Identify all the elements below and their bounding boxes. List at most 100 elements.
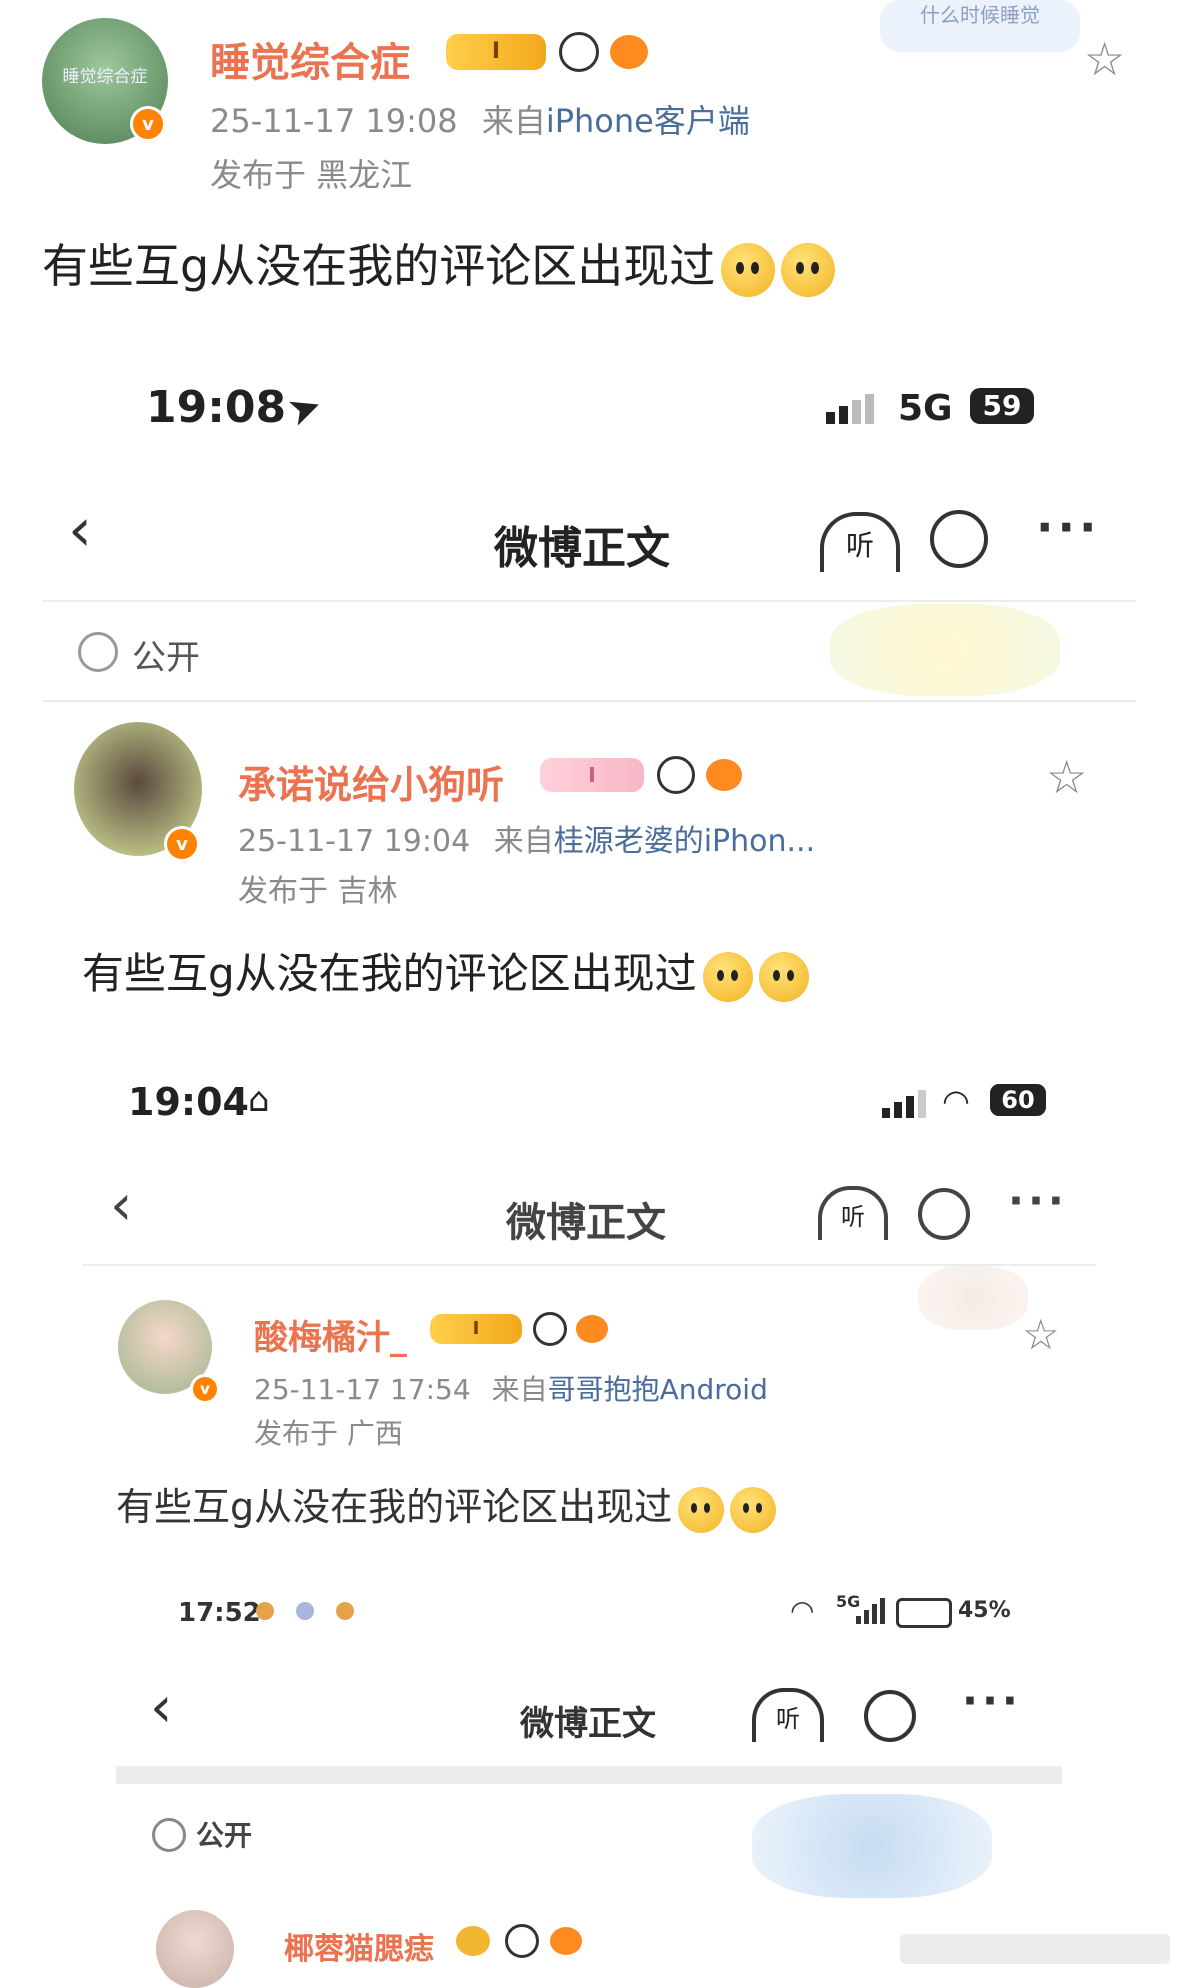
post-location: 发布于 吉林 <box>238 874 398 909</box>
confused-emoji-icon <box>678 1486 725 1533</box>
globe-icon <box>152 1818 186 1852</box>
post-source[interactable]: iPhone客户端 <box>546 102 750 140</box>
panda-icon <box>533 1312 568 1346</box>
wifi-icon: ◠ <box>942 1082 970 1120</box>
listen-icon[interactable]: 听 <box>818 1186 888 1240</box>
crown-icon <box>456 1926 490 1956</box>
shot2-username[interactable]: 酸梅橘汁_ <box>254 1310 407 1359</box>
battery-level: 60 <box>1001 1086 1035 1114</box>
post-source[interactable]: 哥哥抱抱Android <box>548 1373 768 1406</box>
decor-sticker <box>918 1266 1028 1330</box>
shot1-post-text-row: 有些互g从没在我的评论区出现过 <box>82 940 809 1002</box>
app-icon <box>296 1602 314 1620</box>
divider <box>82 1264 1096 1266</box>
app-icon <box>256 1602 274 1620</box>
shot1-network: 5G <box>898 388 953 429</box>
nav-title: 微博正文 <box>506 1200 666 1246</box>
panda-icon <box>505 1924 540 1958</box>
confused-emoji-icon <box>721 242 776 297</box>
post-location: 发布于 黑龙江 <box>210 156 413 194</box>
wifi-icon: ◠ <box>790 1594 815 1627</box>
shot3-username[interactable]: 椰蓉猫腮痣 <box>284 1924 434 1968</box>
favorite-star-icon[interactable]: ☆ <box>1046 754 1087 800</box>
search-spark-icon[interactable] <box>918 1188 970 1240</box>
post-source[interactable]: 桂源老婆的iPhon... <box>554 824 815 859</box>
confused-emoji-icon <box>781 242 836 297</box>
header-sticker: 什么时候睡觉 <box>880 0 1080 52</box>
shot2-post-text-row: 有些互g从没在我的评论区出现过 <box>116 1476 777 1533</box>
fish-icon <box>610 35 649 69</box>
listen-icon[interactable]: 听 <box>752 1688 824 1742</box>
search-spark-icon[interactable] <box>930 510 988 568</box>
confused-emoji-icon <box>702 951 753 1002</box>
battery-percent: 45% <box>958 1598 1011 1623</box>
shot1-username[interactable]: 承诺说给小狗听 <box>238 754 504 809</box>
shot1-battery: 59 <box>970 388 1034 424</box>
verified-badge: v <box>130 106 166 142</box>
confused-emoji-icon <box>758 951 809 1002</box>
shot2-status-time: 19:04 <box>128 1080 249 1124</box>
source-prefix: 来自 <box>493 824 554 859</box>
listen-label: 听 <box>841 1203 865 1231</box>
app-icon <box>336 1602 354 1620</box>
outer-avatar-text: 睡觉综合症 <box>62 67 148 87</box>
post-text: 有些互g从没在我的评论区出现过 <box>116 1485 673 1529</box>
bottom-bar <box>900 1934 1170 1964</box>
back-chevron-icon[interactable]: ‹ <box>110 1178 132 1234</box>
nav-title: 微博正文 <box>520 1704 656 1744</box>
shot3-battery-icon <box>896 1598 952 1628</box>
post-time: 25-11-17 17:54 <box>254 1373 471 1406</box>
divider <box>42 700 1136 702</box>
listen-label: 听 <box>776 1705 800 1733</box>
shot2-member-badges: I <box>430 1312 609 1346</box>
favorite-star-icon[interactable]: ☆ <box>1022 1314 1060 1356</box>
shot2-signal-icon <box>882 1090 930 1118</box>
post-time: 25-11-17 19:04 <box>238 824 471 859</box>
location-arrow-icon: ➤ <box>281 381 329 437</box>
notification-icons <box>256 1602 354 1620</box>
battery-level: 59 <box>982 389 1022 422</box>
search-spark-icon[interactable] <box>864 1690 916 1742</box>
shot2-battery: 60 <box>990 1084 1046 1116</box>
listen-icon[interactable]: 听 <box>820 512 900 572</box>
post-text: 有些互g从没在我的评论区出现过 <box>82 949 697 998</box>
favorite-star-icon[interactable]: ☆ <box>1084 36 1125 82</box>
panda-icon <box>559 32 600 72</box>
fish-icon <box>550 1927 583 1955</box>
visibility-label: 公开 <box>196 1819 253 1852</box>
decor-sticker <box>830 604 1060 696</box>
confused-emoji-icon <box>730 1486 777 1533</box>
shot2-meta: 25-11-17 17:54 来自哥哥抱抱Android <box>254 1368 768 1408</box>
source-prefix: 来自 <box>481 102 546 140</box>
verified-badge: v <box>190 1374 220 1404</box>
shot3-member-badges <box>456 1924 583 1958</box>
post-location: 发布于 广西 <box>254 1417 403 1450</box>
member-level-badge: I <box>446 34 546 70</box>
post-text: 有些互g从没在我的评论区出现过 <box>42 239 716 293</box>
outer-meta: 25-11-17 19:08 来自iPhone客户端 <box>210 96 750 142</box>
divider <box>42 600 1136 602</box>
member-level-badge: I <box>430 1314 522 1344</box>
member-level-badge: I <box>540 758 644 792</box>
shot1-meta: 25-11-17 19:04 来自桂源老婆的iPhon... <box>238 816 815 860</box>
panda-icon <box>657 756 696 794</box>
shot3-status-time: 17:52 <box>178 1598 261 1628</box>
fish-icon <box>706 759 743 791</box>
outer-post-text-row: 有些互g从没在我的评论区出现过 <box>42 230 836 297</box>
shot1-member-badges: I <box>540 756 743 794</box>
shot3-avatar[interactable] <box>156 1910 234 1988</box>
outer-username[interactable]: 睡觉综合症 <box>210 30 410 88</box>
back-chevron-icon[interactable]: ‹ <box>150 1680 172 1736</box>
more-icon[interactable]: ··· <box>962 1676 1022 1725</box>
verified-badge: v <box>164 826 200 862</box>
outer-member-badges: I <box>446 32 649 72</box>
shot1-signal-icon <box>826 390 882 424</box>
fish-icon <box>576 1315 609 1343</box>
decor-sticker <box>752 1794 992 1898</box>
more-icon[interactable]: ··· <box>1036 500 1100 554</box>
more-icon[interactable]: ··· <box>1008 1176 1068 1225</box>
back-chevron-icon[interactable]: ‹ <box>68 500 92 560</box>
post-time: 25-11-17 19:08 <box>210 102 458 140</box>
source-prefix: 来自 <box>491 1373 548 1406</box>
globe-icon <box>78 632 118 672</box>
